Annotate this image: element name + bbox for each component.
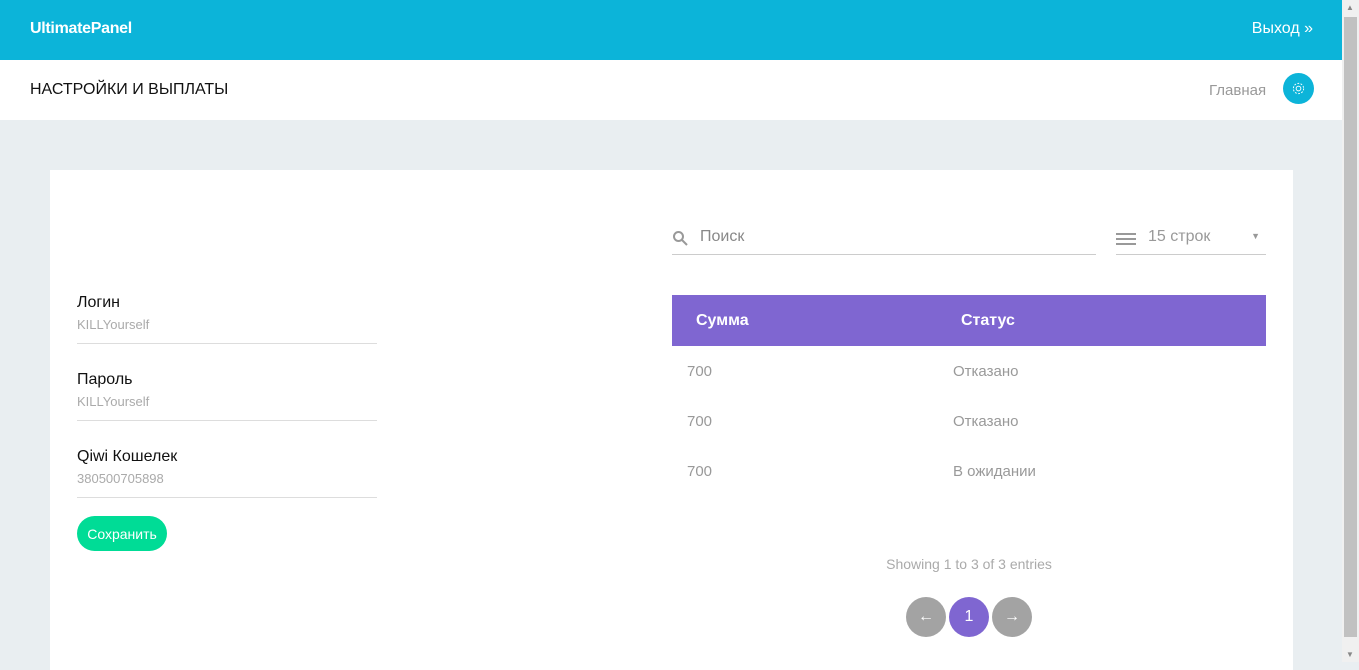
password-field[interactable]: Пароль KILLYourself [77, 371, 377, 421]
login-field[interactable]: Логин KILLYourself [77, 294, 377, 344]
table-info: Showing 1 to 3 of 3 entries [886, 556, 1052, 572]
table-row: 700 Отказано [672, 396, 1266, 446]
table-row: 700 Отказано [672, 346, 1266, 396]
brand-logo[interactable]: UltimatePanel [30, 20, 132, 38]
menu-icon [1116, 233, 1136, 245]
next-page-button[interactable]: → [992, 597, 1032, 637]
qiwi-wallet-input[interactable]: 380500705898 [77, 471, 377, 486]
table-header: Сумма Статус [672, 295, 1266, 346]
password-input[interactable]: KILLYourself [77, 394, 377, 409]
amount-cell: 700 [687, 463, 713, 480]
qiwi-wallet-field[interactable]: Qiwi Кошелек 380500705898 [77, 448, 377, 498]
amount-cell: 700 [687, 413, 713, 430]
prev-page-button[interactable]: ← [906, 597, 946, 637]
login-input[interactable]: KILLYourself [77, 317, 377, 332]
page-title: НАСТРОЙКИ И ВЫПЛАТЫ [30, 81, 229, 98]
table-row: 700 В ожидании [672, 446, 1266, 496]
column-header-status[interactable]: Статус [961, 312, 1015, 330]
settings-card: Логин KILLYourself Пароль KILLYourself Q… [50, 170, 1293, 670]
search-icon [673, 231, 688, 246]
scrollbar-thumb[interactable] [1344, 17, 1357, 637]
logout-link[interactable]: Выход » [1252, 20, 1313, 38]
scroll-up-icon[interactable]: ▲ [1346, 3, 1354, 12]
top-bar: UltimatePanel Выход » [0, 0, 1342, 60]
status-cell: В ожидании [953, 463, 1036, 480]
scroll-down-icon[interactable]: ▼ [1346, 650, 1354, 659]
column-header-amount[interactable]: Сумма [696, 312, 749, 330]
search-placeholder: Поиск [700, 228, 745, 245]
password-label: Пароль [77, 371, 133, 388]
status-cell: Отказано [953, 413, 1019, 430]
breadcrumb-home-link[interactable]: Главная [1209, 82, 1266, 99]
login-label: Логин [77, 294, 121, 311]
save-button[interactable]: Сохранить [77, 516, 167, 551]
chevron-down-icon: ▼ [1251, 231, 1260, 241]
qiwi-wallet-label: Qiwi Кошелек [77, 448, 178, 465]
page-header: НАСТРОЙКИ И ВЫПЛАТЫ Главная [0, 60, 1342, 120]
page-1-button[interactable]: 1 [949, 597, 989, 637]
search-input[interactable]: Поиск [672, 222, 1096, 255]
gear-icon[interactable] [1283, 73, 1314, 104]
rows-per-page-value: 15 строк [1148, 228, 1211, 245]
rows-per-page-select[interactable]: 15 строк ▼ [1116, 222, 1266, 255]
amount-cell: 700 [687, 363, 713, 380]
status-cell: Отказано [953, 363, 1019, 380]
scrollbar[interactable]: ▲ ▼ [1342, 0, 1359, 662]
